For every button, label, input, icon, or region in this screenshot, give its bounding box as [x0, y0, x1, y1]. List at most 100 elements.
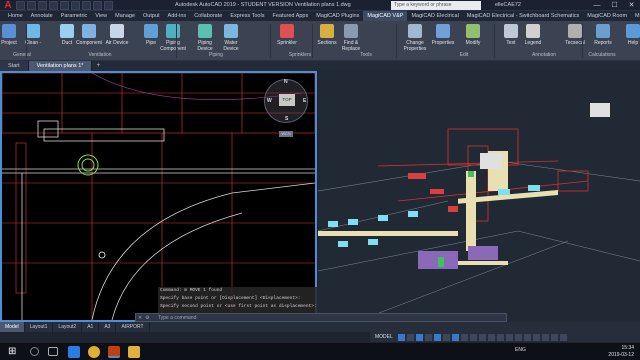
windows-start-icon[interactable]: ⊞ [8, 346, 20, 358]
ribbon-button[interactable]: Reports [590, 24, 616, 46]
ribbon-button[interactable]: Modify [460, 24, 486, 46]
ribbon-tab[interactable]: Annotate [27, 11, 57, 21]
command-line[interactable]: ✕ ⚙ Type a command [135, 313, 507, 322]
snap-icon[interactable] [406, 333, 414, 341]
ribbon-button[interactable]: Component [76, 24, 102, 46]
layout-tab[interactable]: Layout1 [25, 322, 54, 332]
ribbon-group-label[interactable]: Piping [196, 52, 236, 58]
layout-tab[interactable]: AIRPORT [116, 322, 150, 332]
compass-north[interactable]: N [284, 79, 288, 85]
viewport-2d-plan[interactable]: TOP N S E W WCS [0, 71, 317, 322]
ribbon-tab[interactable]: Featured Apps [268, 11, 312, 21]
undo-icon[interactable] [71, 1, 80, 10]
ribbon-button[interactable]: Project [0, 24, 22, 46]
ribbon-group-label[interactable]: Edit [444, 52, 484, 58]
new-file-icon[interactable] [16, 1, 25, 10]
layout-tab[interactable]: Model [0, 322, 25, 332]
compass-east[interactable]: E [303, 98, 306, 104]
user-account[interactable]: elleCAE72 [495, 1, 521, 10]
ribbon-button[interactable]: Clean - [20, 24, 46, 46]
ribbon-tab[interactable]: MagiCAD V&P [363, 11, 408, 21]
ribbon-tab[interactable]: Express Tools [226, 11, 268, 21]
ribbon-tab[interactable]: Home [4, 11, 27, 21]
ribbon-group-label[interactable]: General [2, 52, 42, 58]
ribbon-button[interactable]: Tecsecal [562, 24, 588, 46]
ribbon-button[interactable]: Find & Replace [338, 24, 364, 52]
customization-icon[interactable] [559, 333, 567, 341]
search-input[interactable]: Type a keyword or phrase [391, 1, 481, 10]
redo-icon[interactable] [82, 1, 91, 10]
viewport-3d-model[interactable] [318, 71, 640, 322]
ribbon-tab[interactable]: MagiCAD Co [631, 11, 640, 21]
language-indicator[interactable]: ENG [515, 347, 526, 353]
ribbon-tab[interactable]: View [91, 11, 111, 21]
command-settings-icon[interactable]: ⚙ [145, 315, 149, 321]
ribbon-group-label[interactable]: Calculations [582, 52, 622, 58]
save-as-icon[interactable] [49, 1, 58, 10]
ribbon-button[interactable]: Change Properties [402, 24, 428, 52]
task-view-icon[interactable] [48, 347, 58, 356]
ribbon-button[interactable]: Air Device [104, 24, 130, 46]
lineweight-icon[interactable] [460, 333, 468, 341]
plot-icon[interactable] [60, 1, 69, 10]
transparency-icon[interactable] [469, 333, 477, 341]
lock-ui-icon[interactable] [523, 333, 531, 341]
object-snap-icon[interactable] [442, 333, 450, 341]
layout-tab[interactable]: A1 [82, 322, 100, 332]
ribbon-button[interactable]: Water Device [218, 24, 244, 52]
ribbon-tab[interactable]: MagiCAD Plugins [312, 11, 363, 21]
ribbon-tab[interactable]: MagiCAD Electrical [407, 11, 462, 21]
ribbon-button[interactable]: Sections [314, 24, 340, 46]
polar-icon[interactable] [424, 333, 432, 341]
ribbon-button[interactable]: Legend [520, 24, 546, 46]
tracking-icon[interactable] [451, 333, 459, 341]
save-icon[interactable] [38, 1, 47, 10]
ribbon-group-label[interactable]: Sprinklers [280, 52, 320, 58]
chrome-icon[interactable] [88, 346, 100, 358]
ribbon-group-label[interactable]: Annotation [524, 52, 564, 58]
open-file-icon[interactable] [27, 1, 36, 10]
ribbon-tab[interactable]: Parametric [57, 11, 92, 21]
ribbon-button[interactable]: Properties [430, 24, 456, 46]
grid-icon[interactable] [397, 333, 405, 341]
workspace-switch-icon[interactable] [496, 333, 504, 341]
ribbon-tab[interactable]: MagiCAD Room [583, 11, 631, 21]
search-icon[interactable] [30, 347, 39, 356]
file-explorer-icon[interactable] [128, 346, 140, 358]
ribbon-tab[interactable]: Collaborate [190, 11, 226, 21]
clock[interactable]: 15:34 2019-03-12 [608, 345, 634, 359]
workspace-icon[interactable] [104, 1, 113, 10]
units-icon[interactable] [505, 333, 513, 341]
maximize-button[interactable]: ☐ [611, 0, 617, 11]
autocad-taskbar-icon[interactable] [108, 346, 120, 358]
viewcube[interactable]: TOP N S E W [264, 79, 308, 123]
layout-tab[interactable]: Layout2 [53, 322, 83, 332]
isolate-objects-icon[interactable] [532, 333, 540, 341]
isodraft-icon[interactable] [433, 333, 441, 341]
command-close-icon[interactable]: ✕ [138, 315, 142, 321]
ortho-icon[interactable] [415, 333, 423, 341]
ribbon-tab[interactable]: MagiCAD Electrical - Switchboard Schemat… [463, 11, 583, 21]
ribbon-button[interactable]: Sprinkler [274, 24, 300, 46]
ribbon-group-label[interactable]: Ventilation [80, 52, 120, 58]
command-input[interactable]: Type a command [136, 314, 506, 322]
ribbon-tab[interactable]: Add-ins [164, 11, 191, 21]
layout-tab[interactable]: A3 [99, 322, 117, 332]
autocad-logo-icon[interactable]: A [2, 0, 14, 11]
tab-start[interactable]: Start [0, 61, 29, 71]
compass-west[interactable]: W [267, 98, 272, 104]
compass-south[interactable]: S [285, 116, 288, 122]
minimize-button[interactable]: — [593, 0, 600, 11]
ribbon-tab[interactable]: Manage [111, 11, 139, 21]
share-icon[interactable] [93, 1, 102, 10]
ribbon-group-label[interactable]: Tools [346, 52, 386, 58]
close-button[interactable]: ✕ [629, 0, 635, 11]
edge-icon[interactable] [68, 346, 80, 358]
viewcube-top[interactable]: TOP [279, 94, 295, 106]
new-tab-icon[interactable]: + [92, 61, 104, 71]
quick-properties-icon[interactable] [514, 333, 522, 341]
tab-ventilation-plans[interactable]: Ventilation plans 1* [28, 61, 93, 71]
wcs-menu[interactable]: WCS [279, 131, 293, 137]
ribbon-button[interactable]: Help [620, 24, 640, 46]
ribbon-button[interactable]: Piping Component [160, 24, 186, 52]
